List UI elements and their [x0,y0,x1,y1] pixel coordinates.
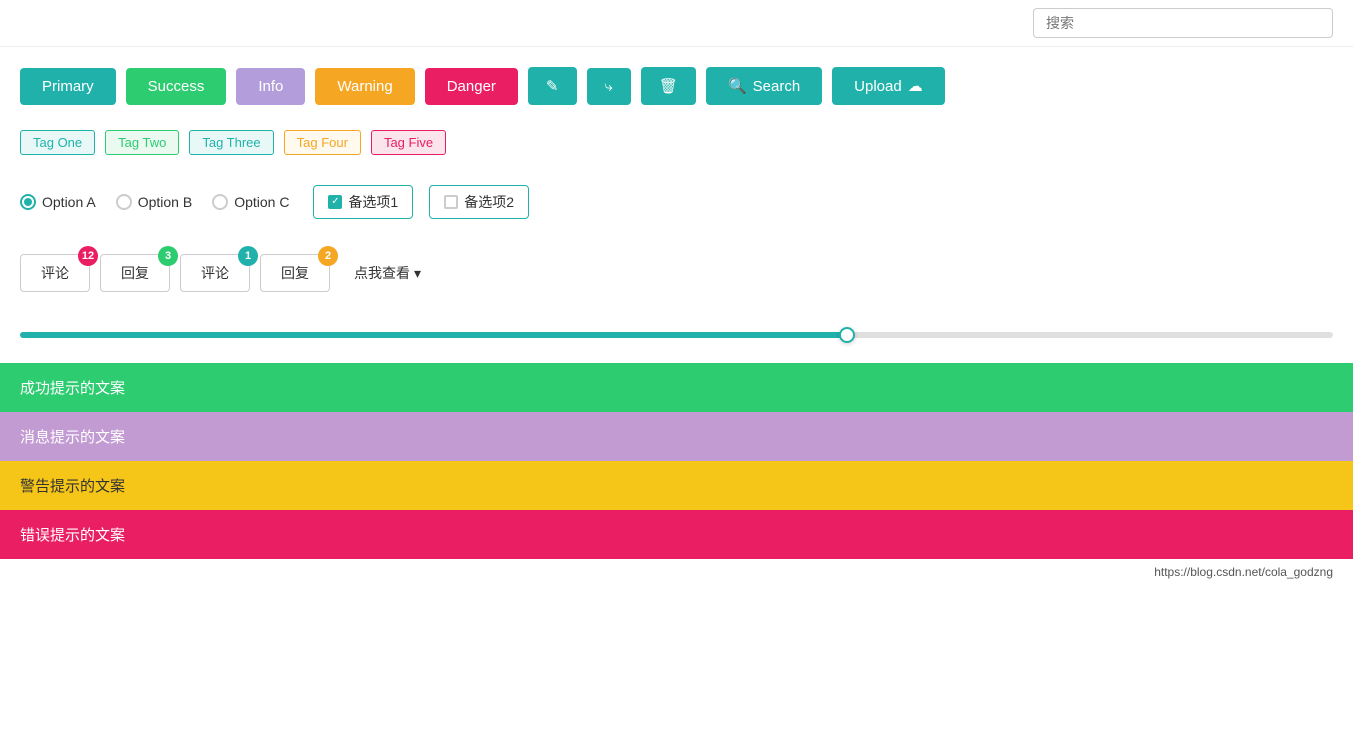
success-button[interactable]: Success [126,68,227,105]
buttons-row: Primary Success Info Warning Danger ⤷ 🗑 … [0,47,1353,120]
share-icon: ⤷ [605,78,613,95]
badge-wrap-3: 评论 1 [180,254,250,292]
badge-wrap-1: 评论 12 [20,254,90,292]
footer: https://blog.csdn.net/cola_godzng [0,559,1353,585]
alert-info: 消息提示的文案 [0,412,1353,461]
checkbox-2[interactable]: 备选项2 [429,185,529,219]
radio-label-a: Option A [42,194,96,210]
info-button[interactable]: Info [236,68,305,105]
primary-button[interactable]: Primary [20,68,116,105]
badge-row: 评论 12 回复 3 评论 1 回复 2 点我查看 [0,239,1353,312]
radio-label-b: Option B [138,194,192,210]
upload-icon: ☁ [908,77,923,95]
alert-warning: 警告提示的文案 [0,461,1353,510]
radio-option-c[interactable]: Option C [212,194,289,210]
upload-button[interactable]: Upload ☁ [832,67,945,105]
radio-label-c: Option C [234,194,289,210]
badge-count-3: 1 [238,246,258,266]
tag-one: Tag One [20,130,95,155]
badge-count-4: 2 [318,246,338,266]
warning-button[interactable]: Warning [315,68,414,105]
radio-option-b[interactable]: Option B [116,194,192,210]
dropdown-label: 点我查看 [354,263,410,283]
tags-row: Tag One Tag Two Tag Three Tag Four Tag F… [0,120,1353,175]
tag-three: Tag Three [189,130,273,155]
radio-group: Option A Option B Option C [20,194,289,210]
checkbox-box-1 [328,195,342,209]
delete-icon-button[interactable]: 🗑 [641,67,696,105]
share-icon-button[interactable]: ⤷ [587,68,631,105]
checkbox-group: 备选项1 备选项2 [313,185,529,219]
top-search-input[interactable] [1033,8,1333,38]
slider-row [0,312,1353,363]
tag-two: Tag Two [105,130,179,155]
alerts-section: 成功提示的文案 消息提示的文案 警告提示的文案 错误提示的文案 [0,363,1353,559]
options-row: Option A Option B Option C 备选项1 备选项2 [0,175,1353,239]
checkbox-1[interactable]: 备选项1 [313,185,413,219]
slider-fill [20,332,847,338]
slider-track[interactable] [20,332,1333,338]
badge-wrap-2: 回复 3 [100,254,170,292]
danger-button[interactable]: Danger [425,68,518,105]
alert-success: 成功提示的文案 [0,363,1353,412]
delete-icon: 🗑 [659,77,678,95]
slider-thumb[interactable] [839,327,855,343]
badge-count-2: 3 [158,246,178,266]
search-button[interactable]: 🔍 Search [706,67,822,105]
top-bar [0,0,1353,47]
footer-link-text: https://blog.csdn.net/cola_godzng [1154,565,1333,579]
tag-five: Tag Five [371,130,446,155]
badge-wrap-4: 回复 2 [260,254,330,292]
radio-circle-a [20,194,36,210]
radio-circle-c [212,194,228,210]
radio-circle-b [116,194,132,210]
edit-icon [546,77,559,95]
tag-four: Tag Four [284,130,361,155]
radio-option-a[interactable]: Option A [20,194,96,210]
badge-count-1: 12 [78,246,98,266]
edit-icon-button[interactable] [528,67,577,105]
alert-danger: 错误提示的文案 [0,510,1353,559]
dropdown-button[interactable]: 点我查看 [340,255,435,291]
search-icon: 🔍 [728,77,747,95]
checkbox-label-2: 备选项2 [464,192,514,212]
checkbox-box-2 [444,195,458,209]
chevron-down-icon [414,265,421,282]
checkbox-label-1: 备选项1 [348,192,398,212]
